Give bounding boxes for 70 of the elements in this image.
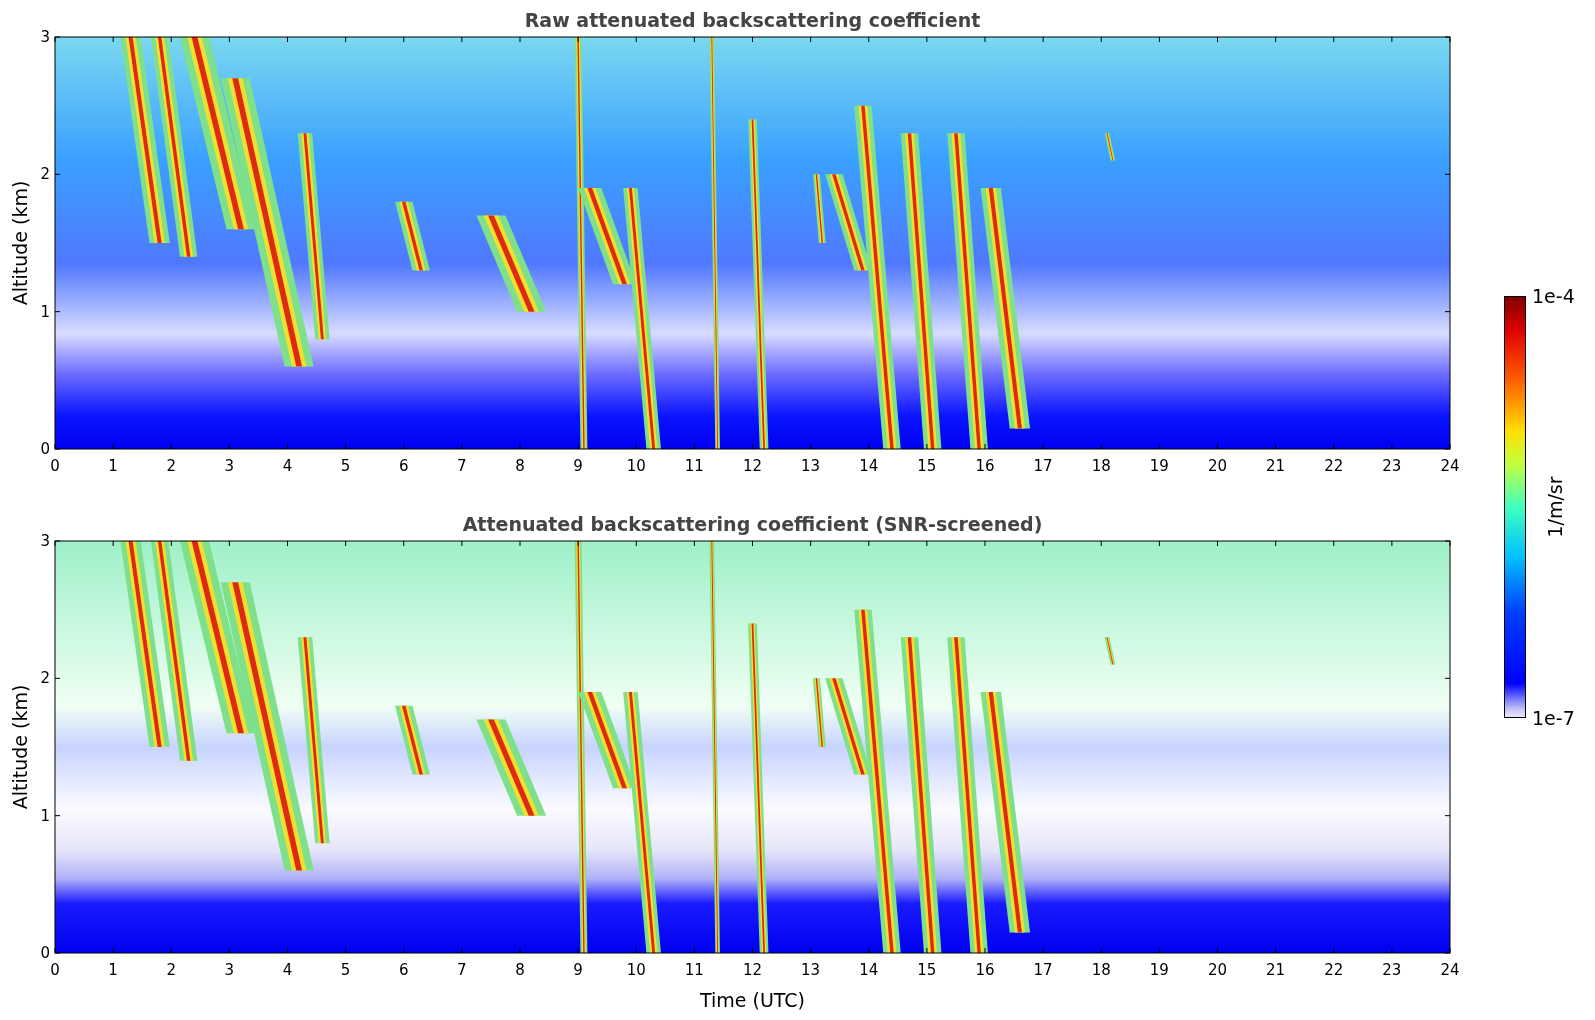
x-tick-label: 14: [859, 961, 879, 979]
x-tick-label: 7: [457, 961, 467, 979]
y-tick-label: 1: [40, 302, 50, 321]
colorbar-max-label: 1e-4: [1532, 286, 1575, 306]
x-tick-label: 18: [1091, 961, 1111, 979]
x-tick-label: 19: [1149, 961, 1169, 979]
colorbar-min-label: 1e-7: [1532, 708, 1575, 728]
y-tick-label: 1: [40, 806, 50, 825]
x-tick-label: 6: [399, 961, 409, 979]
x-tick-label: 20: [1207, 961, 1228, 979]
x-tick-label: 22: [1324, 961, 1344, 979]
x-tick-label: 3: [224, 457, 235, 475]
x-tick-label: 15: [917, 457, 937, 475]
x-tick-label: 17: [1033, 961, 1053, 979]
x-tick-label: 1: [108, 457, 118, 475]
x-tick-label: 6: [399, 457, 409, 475]
x-tick-label: 11: [684, 961, 704, 979]
y-axis-label: Altitude (km): [9, 684, 31, 810]
x-tick-label: 3: [224, 961, 235, 979]
x-tick-label: 22: [1324, 457, 1344, 475]
y-tick-label: 3: [40, 28, 50, 46]
x-tick-label: 10: [626, 961, 646, 979]
x-tick-label: 9: [573, 961, 583, 979]
x-tick-label: 13: [801, 961, 821, 979]
cloud-streak: [395, 705, 430, 775]
x-tick-label: 15: [917, 961, 937, 979]
y-tick-label: 2: [40, 669, 50, 688]
x-tick-label: 0: [50, 961, 60, 979]
x-tick-label: 21: [1266, 457, 1286, 475]
plot-title: Attenuated backscattering coefficient (SNR-screened): [462, 513, 1043, 535]
x-tick-label: 23: [1382, 457, 1402, 475]
x-tick-label: 17: [1033, 457, 1053, 475]
x-tick-label: 19: [1149, 457, 1169, 475]
y-tick-label: 3: [40, 532, 50, 550]
x-tick-label: 8: [515, 961, 525, 979]
y-tick-label: 2: [40, 165, 50, 184]
plot-title: Raw attenuated backscattering coefficient: [524, 9, 981, 31]
cloud-streak: [1104, 133, 1116, 161]
x-tick-label: 8: [515, 457, 525, 475]
colorbar-unit-label: 1/m/sr: [1543, 476, 1566, 538]
cloud-streak: [1104, 637, 1116, 665]
x-tick-label: 11: [684, 457, 704, 475]
x-tick-label: 0: [50, 457, 60, 475]
x-tick-label: 12: [742, 457, 763, 475]
x-axis-label: Time (UTC): [700, 988, 805, 1012]
x-tick-label: 23: [1382, 961, 1402, 979]
x-tick-label: 10: [626, 457, 646, 475]
x-tick-label: 24: [1440, 457, 1460, 475]
cloud-streak: [395, 201, 430, 271]
x-tick-label: 9: [573, 457, 583, 475]
x-tick-label: 24: [1440, 961, 1460, 979]
y-tick-label: 0: [40, 944, 50, 962]
x-tick-label: 12: [742, 961, 763, 979]
x-tick-label: 7: [457, 457, 467, 475]
x-tick-label: 13: [801, 457, 821, 475]
x-tick-label: 5: [340, 457, 351, 475]
x-tick-label: 4: [282, 457, 293, 475]
x-tick-label: 1: [108, 961, 118, 979]
y-axis-label: Altitude (km): [9, 180, 31, 306]
y-tick-label: 0: [40, 440, 50, 458]
x-tick-label: 14: [859, 457, 879, 475]
x-tick-label: 2: [166, 457, 176, 475]
x-tick-label: 2: [166, 961, 176, 979]
x-tick-label: 16: [975, 961, 995, 979]
x-tick-label: 21: [1266, 961, 1286, 979]
x-tick-label: 5: [340, 961, 351, 979]
x-tick-label: 20: [1207, 457, 1228, 475]
x-tick-label: 4: [282, 961, 293, 979]
x-tick-label: 16: [975, 457, 995, 475]
x-tick-label: 18: [1091, 457, 1111, 475]
